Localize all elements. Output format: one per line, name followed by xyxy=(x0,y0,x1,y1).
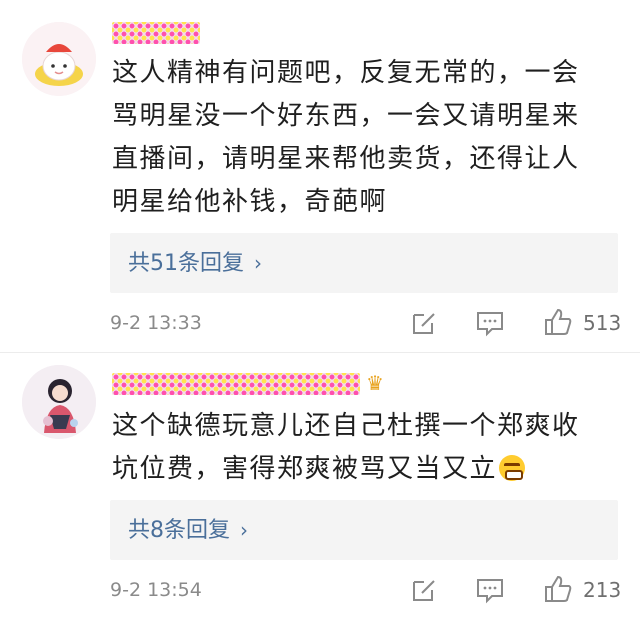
crown-icon: ♛ xyxy=(366,371,384,395)
reply-box: 共8条回复 › xyxy=(110,500,618,560)
thumbs-up-icon[interactable] xyxy=(543,574,573,604)
view-replies-link[interactable]: 共51条回复 › xyxy=(128,233,262,294)
username-redacted[interactable] xyxy=(112,22,200,44)
like-count: 213 xyxy=(583,578,622,602)
chevron-right-icon: › xyxy=(254,251,262,275)
comment-time: 9-2 13:33 xyxy=(110,312,202,334)
comment-item: ♛ 这个缺德玩意儿还自己杜撰一个郑爽收 坑位费，害得郑爽被骂又当又立 共8条回复… xyxy=(0,353,640,618)
comment-icon[interactable] xyxy=(475,576,505,606)
thumbs-up-icon[interactable] xyxy=(543,307,573,337)
edit-icon[interactable] xyxy=(410,576,440,606)
reply-box: 共51条回复 › xyxy=(110,233,618,293)
comment-time: 9-2 13:54 xyxy=(110,579,202,601)
comment-icon[interactable] xyxy=(475,309,505,339)
avatar[interactable] xyxy=(22,365,96,439)
username-redacted[interactable] xyxy=(112,373,360,395)
like-count: 513 xyxy=(583,311,622,335)
comment-item: 这人精神有问题吧，反复无常的，一会 骂明星没一个好东西，一会又请明星来 直播间，… xyxy=(0,0,640,352)
view-replies-link[interactable]: 共8条回复 › xyxy=(128,500,248,561)
edit-icon[interactable] xyxy=(410,309,440,339)
chevron-right-icon: › xyxy=(240,518,248,542)
avatar[interactable] xyxy=(22,22,96,96)
comment-text: 这人精神有问题吧，反复无常的，一会 骂明星没一个好东西，一会又请明星来 直播间，… xyxy=(112,58,580,217)
angry-face-emoji xyxy=(499,455,526,481)
comment-text: 这个缺德玩意儿还自己杜撰一个郑爽收 坑位费，害得郑爽被骂又当又立 xyxy=(112,411,580,484)
